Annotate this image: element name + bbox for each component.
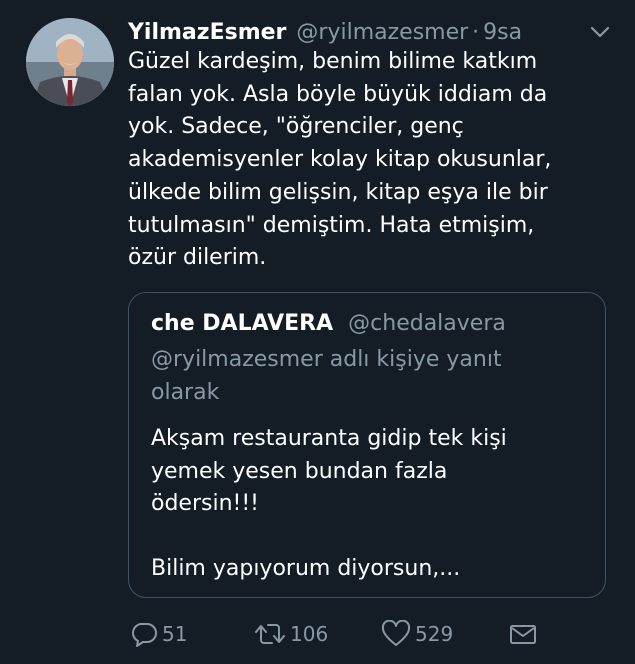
quoted-tweet[interactable]: che DALAVERA @chedalavera @ryilmazesmer … [128, 292, 606, 598]
tweet-header: YilmazEsmer @ryilmazesmer · 9sa [128, 14, 522, 50]
like-count: 529 [415, 622, 454, 646]
separator-dot: · [472, 19, 480, 45]
envelope-icon [510, 625, 536, 644]
tweet-timestamp[interactable]: 9sa [483, 20, 522, 45]
reply-count: 51 [162, 622, 188, 646]
retweet-count: 106 [290, 622, 329, 646]
author-display-name[interactable]: YilmazEsmer [128, 20, 286, 45]
heart-icon [381, 620, 411, 646]
tweet-text: Güzel kardeşim, benim bilime katkım fala… [128, 49, 552, 271]
quoted-tweet-text: Akşam restauranta gidip tek kişi yemek y… [151, 426, 507, 581]
chevron-down-icon[interactable] [588, 22, 612, 42]
retweet-button[interactable]: 106 [254, 616, 328, 652]
reply-context: @ryilmazesmer adlı kişiye yanıt olarak [151, 347, 502, 405]
quoted-author-display-name: che DALAVERA [151, 311, 334, 336]
author-handle[interactable]: @ryilmazesmer [296, 20, 468, 45]
retweet-icon [255, 624, 285, 644]
reply-button[interactable]: 51 [130, 616, 187, 652]
quoted-tweet-header: che DALAVERA @chedalavera [151, 311, 506, 336]
tweet-card[interactable]: YilmazEsmer @ryilmazesmer · 9sa Güzel ka… [0, 0, 635, 664]
avatar-photo [26, 18, 114, 106]
tweet-actions: 51 106 529 [0, 616, 635, 652]
like-button[interactable]: 529 [381, 616, 453, 652]
reply-icon [132, 623, 157, 647]
quoted-author-handle: @chedalavera [348, 311, 506, 336]
avatar[interactable] [26, 18, 114, 106]
direct-message-button[interactable] [509, 616, 541, 652]
